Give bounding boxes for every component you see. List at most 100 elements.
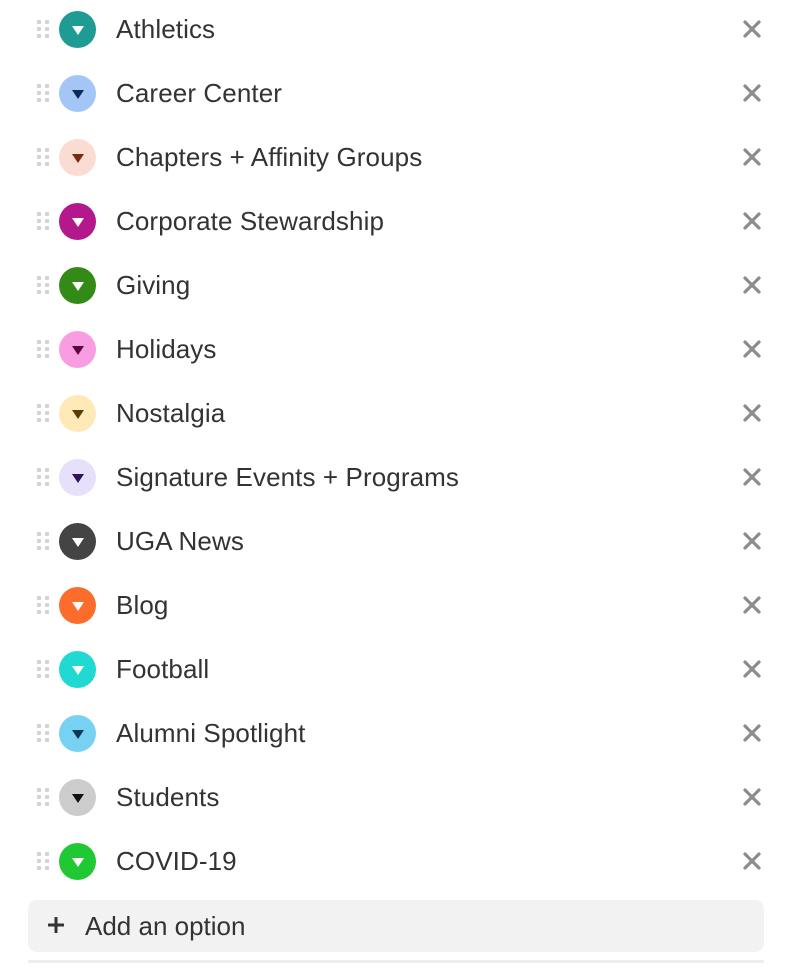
drag-handle-icon[interactable] bbox=[37, 786, 49, 808]
option-label[interactable]: Career Center bbox=[116, 78, 282, 109]
remove-option-button[interactable] bbox=[740, 17, 764, 41]
option-row: Students bbox=[0, 765, 792, 829]
caret-down-icon bbox=[71, 857, 84, 867]
remove-option-button[interactable] bbox=[740, 529, 764, 553]
close-icon bbox=[743, 724, 761, 742]
caret-down-icon bbox=[71, 473, 84, 483]
color-swatch-dropdown-icon[interactable] bbox=[59, 778, 96, 816]
close-icon bbox=[743, 852, 761, 870]
close-icon bbox=[743, 660, 761, 678]
close-icon bbox=[743, 788, 761, 806]
option-row: Nostalgia bbox=[0, 381, 792, 445]
option-row: Signature Events + Programs bbox=[0, 445, 792, 509]
close-icon bbox=[743, 596, 761, 614]
color-swatch-dropdown-icon[interactable] bbox=[59, 458, 96, 496]
color-swatch-dropdown-icon[interactable] bbox=[59, 394, 96, 432]
remove-option-button[interactable] bbox=[740, 273, 764, 297]
option-row: Career Center bbox=[0, 61, 792, 125]
option-row: UGA News bbox=[0, 509, 792, 573]
caret-down-icon bbox=[71, 345, 84, 355]
remove-option-button[interactable] bbox=[740, 785, 764, 809]
color-swatch-dropdown-icon[interactable] bbox=[59, 522, 96, 560]
option-row: COVID-19 bbox=[0, 829, 792, 893]
option-label[interactable]: Alumni Spotlight bbox=[116, 718, 305, 749]
drag-handle-icon[interactable] bbox=[37, 466, 49, 488]
close-icon bbox=[743, 468, 761, 486]
option-label[interactable]: Chapters + Affinity Groups bbox=[116, 142, 422, 173]
close-icon bbox=[743, 212, 761, 230]
color-swatch-dropdown-icon[interactable] bbox=[59, 842, 96, 880]
option-label[interactable]: Holidays bbox=[116, 334, 217, 365]
remove-option-button[interactable] bbox=[740, 721, 764, 745]
option-label[interactable]: Students bbox=[116, 782, 219, 813]
color-swatch-dropdown-icon[interactable] bbox=[59, 330, 96, 368]
option-label[interactable]: Blog bbox=[116, 590, 168, 621]
close-icon bbox=[743, 84, 761, 102]
drag-handle-icon[interactable] bbox=[37, 18, 49, 40]
close-icon bbox=[743, 532, 761, 550]
caret-down-icon bbox=[71, 537, 84, 547]
color-swatch-dropdown-icon[interactable] bbox=[59, 714, 96, 752]
option-label[interactable]: COVID-19 bbox=[116, 846, 237, 877]
color-swatch-dropdown-icon[interactable] bbox=[59, 266, 96, 304]
color-swatch-dropdown-icon[interactable] bbox=[59, 138, 96, 176]
close-icon bbox=[743, 340, 761, 358]
option-row: Blog bbox=[0, 573, 792, 637]
drag-handle-icon[interactable] bbox=[37, 530, 49, 552]
remove-option-button[interactable] bbox=[740, 81, 764, 105]
option-label[interactable]: Nostalgia bbox=[116, 398, 225, 429]
color-swatch-dropdown-icon[interactable] bbox=[59, 74, 96, 112]
drag-handle-icon[interactable] bbox=[37, 850, 49, 872]
drag-handle-icon[interactable] bbox=[37, 594, 49, 616]
option-row: Football bbox=[0, 637, 792, 701]
option-row: Alumni Spotlight bbox=[0, 701, 792, 765]
option-label[interactable]: Giving bbox=[116, 270, 190, 301]
drag-handle-icon[interactable] bbox=[37, 402, 49, 424]
option-label[interactable]: Football bbox=[116, 654, 209, 685]
option-label[interactable]: UGA News bbox=[116, 526, 244, 557]
drag-handle-icon[interactable] bbox=[37, 658, 49, 680]
close-icon bbox=[743, 20, 761, 38]
option-row: Chapters + Affinity Groups bbox=[0, 125, 792, 189]
option-row: Holidays bbox=[0, 317, 792, 381]
option-row: Corporate Stewardship bbox=[0, 189, 792, 253]
caret-down-icon bbox=[71, 729, 84, 739]
drag-handle-icon[interactable] bbox=[37, 338, 49, 360]
remove-option-button[interactable] bbox=[740, 849, 764, 873]
caret-down-icon bbox=[71, 409, 84, 419]
caret-down-icon bbox=[71, 665, 84, 675]
caret-down-icon bbox=[71, 601, 84, 611]
color-swatch-dropdown-icon[interactable] bbox=[59, 202, 96, 240]
close-icon bbox=[743, 276, 761, 294]
remove-option-button[interactable] bbox=[740, 209, 764, 233]
remove-option-button[interactable] bbox=[740, 593, 764, 617]
close-icon bbox=[743, 148, 761, 166]
caret-down-icon bbox=[71, 281, 84, 291]
caret-down-icon bbox=[71, 153, 84, 163]
option-label[interactable]: Athletics bbox=[116, 14, 215, 45]
plus-icon bbox=[48, 917, 64, 933]
color-swatch-dropdown-icon[interactable] bbox=[59, 650, 96, 688]
add-option-button[interactable]: Add an option bbox=[28, 900, 764, 952]
option-row: Giving bbox=[0, 253, 792, 317]
drag-handle-icon[interactable] bbox=[37, 82, 49, 104]
option-row: Athletics bbox=[0, 0, 792, 61]
color-swatch-dropdown-icon[interactable] bbox=[59, 586, 96, 624]
drag-handle-icon[interactable] bbox=[37, 722, 49, 744]
close-icon bbox=[743, 404, 761, 422]
option-label[interactable]: Signature Events + Programs bbox=[116, 462, 459, 493]
remove-option-button[interactable] bbox=[740, 401, 764, 425]
color-swatch-dropdown-icon[interactable] bbox=[59, 10, 96, 48]
remove-option-button[interactable] bbox=[740, 145, 764, 169]
drag-handle-icon[interactable] bbox=[37, 210, 49, 232]
option-label[interactable]: Corporate Stewardship bbox=[116, 206, 384, 237]
remove-option-button[interactable] bbox=[740, 465, 764, 489]
remove-option-button[interactable] bbox=[740, 657, 764, 681]
caret-down-icon bbox=[71, 25, 84, 35]
caret-down-icon bbox=[71, 793, 84, 803]
remove-option-button[interactable] bbox=[740, 337, 764, 361]
drag-handle-icon[interactable] bbox=[37, 146, 49, 168]
divider bbox=[28, 960, 764, 963]
add-option-label: Add an option bbox=[85, 910, 246, 941]
drag-handle-icon[interactable] bbox=[37, 274, 49, 296]
